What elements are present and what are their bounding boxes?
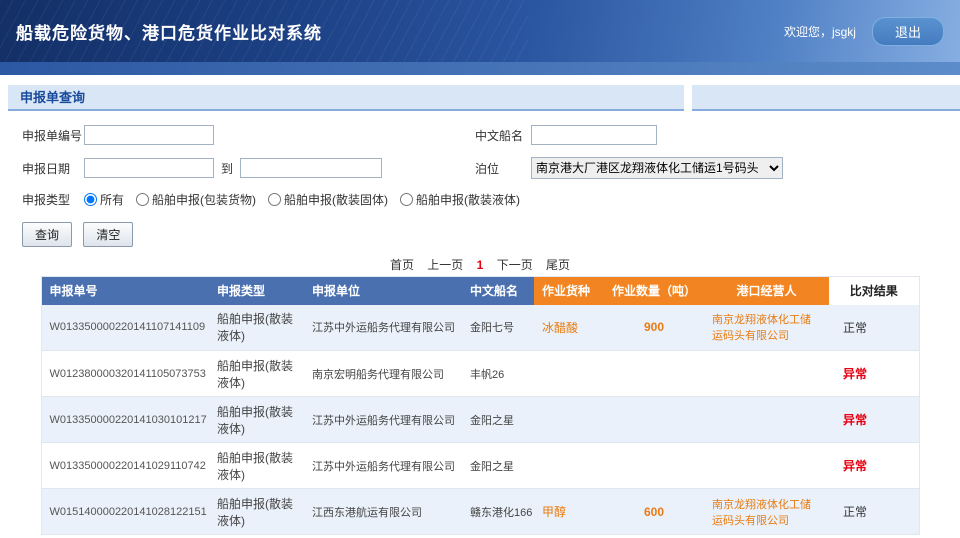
- section-bar-right: [692, 85, 960, 111]
- col-header-cargo: 作业货种: [534, 277, 604, 305]
- cell-declaration-no: W012380000320141105073753: [41, 351, 209, 397]
- cell-company: 江苏中外运船务代理有限公司: [304, 397, 462, 443]
- decl-type-option-label: 船舶申报(包装货物): [152, 191, 256, 208]
- cell-declaration-type: 船舶申报(散装液体): [209, 305, 304, 351]
- section-bar: 申报单查询: [0, 85, 960, 111]
- decl-type-option-packaged[interactable]: 船舶申报(包装货物): [136, 191, 256, 208]
- col-header-type: 申报类型: [209, 277, 304, 305]
- cell-compare-result: 异常: [829, 397, 919, 443]
- cell-declaration-no: W013350000220141029110742: [41, 443, 209, 489]
- cell-company: 江西东港航运有限公司: [304, 489, 462, 535]
- cell-cargo: [534, 351, 604, 397]
- date-from-input[interactable]: [84, 158, 214, 178]
- cell-cargo: 甲醇: [534, 489, 604, 535]
- cell-ship-name: 金阳之星: [462, 397, 534, 443]
- cell-ship-name: 金阳之星: [462, 443, 534, 489]
- cell-ship-name: 金阳七号: [462, 305, 534, 351]
- decl-type-radio[interactable]: [84, 193, 97, 206]
- decl-type-radio[interactable]: [268, 193, 281, 206]
- date-to-label: 到: [221, 160, 233, 177]
- col-header-company: 申报单位: [304, 277, 462, 305]
- cell-declaration-type: 船舶申报(散装液体): [209, 397, 304, 443]
- col-header-operator: 港口经营人: [704, 277, 829, 305]
- decl-type-radio[interactable]: [400, 193, 413, 206]
- decl-type-option-label: 船舶申报(散装液体): [416, 191, 520, 208]
- query-form: 申报单编号 中文船名 申报日期 到 泊位 南京港大厂港区龙翔液体化工储运1号码头…: [0, 111, 960, 247]
- cell-company: 南京宏明船务代理有限公司: [304, 351, 462, 397]
- date-label: 申报日期: [22, 160, 84, 177]
- decl-no-label: 申报单编号: [22, 127, 84, 144]
- page-current: 1: [477, 258, 484, 272]
- query-button[interactable]: 查询: [22, 222, 72, 247]
- cell-compare-result: 正常: [829, 489, 919, 535]
- page-prev-link[interactable]: 上一页: [427, 258, 463, 272]
- cell-compare-result: 异常: [829, 351, 919, 397]
- ship-name-label: 中文船名: [475, 127, 531, 144]
- cell-quantity: 600: [604, 489, 704, 535]
- cell-ship-name: 丰帆26: [462, 351, 534, 397]
- table-row: W013350000220141030101217 船舶申报(散装液体) 江苏中…: [41, 397, 919, 443]
- table-row: W013350000220141107141109 船舶申报(散装液体) 江苏中…: [41, 305, 919, 351]
- banner-strip: [0, 62, 960, 75]
- cell-port-operator: [704, 397, 829, 443]
- cell-port-operator: 南京龙翔液体化工储运码头有限公司: [704, 305, 829, 351]
- cell-declaration-type: 船舶申报(散装液体): [209, 443, 304, 489]
- decl-type-option-label: 所有: [100, 191, 124, 208]
- decl-type-option-all[interactable]: 所有: [84, 191, 124, 208]
- table-header-row: 申报单号 申报类型 申报单位 中文船名 作业货种 作业数量（吨） 港口经营人 比…: [41, 277, 919, 305]
- decl-type-label: 申报类型: [22, 191, 84, 208]
- decl-no-input[interactable]: [84, 125, 214, 145]
- table-row: W015140000220141028122151 船舶申报(散装液体) 江西东…: [41, 489, 919, 535]
- cell-quantity: 900: [604, 305, 704, 351]
- table-row: W013350000220141029110742 船舶申报(散装液体) 江苏中…: [41, 443, 919, 489]
- cell-declaration-no: W013350000220141030101217: [41, 397, 209, 443]
- cell-declaration-no: W015140000220141028122151: [41, 489, 209, 535]
- berth-label: 泊位: [475, 160, 531, 177]
- col-header-ship: 中文船名: [462, 277, 534, 305]
- cell-cargo: [534, 397, 604, 443]
- cell-ship-name: 赣东港化166: [462, 489, 534, 535]
- decl-type-option-bulk-liquid[interactable]: 船舶申报(散装液体): [400, 191, 520, 208]
- col-header-result: 比对结果: [829, 277, 919, 305]
- berth-select[interactable]: 南京港大厂港区龙翔液体化工储运1号码头: [531, 157, 783, 179]
- cell-quantity: [604, 397, 704, 443]
- decl-type-option-label: 船舶申报(散装固体): [284, 191, 388, 208]
- table-row: W012380000320141105073753 船舶申报(散装液体) 南京宏…: [41, 351, 919, 397]
- cell-company: 江苏中外运船务代理有限公司: [304, 305, 462, 351]
- cell-compare-result: 正常: [829, 305, 919, 351]
- date-to-input[interactable]: [240, 158, 382, 178]
- section-title: 申报单查询: [8, 85, 684, 111]
- col-header-qty: 作业数量（吨）: [604, 277, 704, 305]
- page-last-link[interactable]: 尾页: [546, 258, 570, 272]
- cell-cargo: 冰醋酸: [534, 305, 604, 351]
- cell-declaration-type: 船舶申报(散装液体): [209, 489, 304, 535]
- cell-quantity: [604, 443, 704, 489]
- cell-compare-result: 异常: [829, 443, 919, 489]
- cell-port-operator: 南京龙翔液体化工储运码头有限公司: [704, 489, 829, 535]
- app-header: 船载危险货物、港口危货作业比对系统 欢迎您，jsgkj 退出: [0, 0, 960, 62]
- welcome-text: 欢迎您，jsgkj: [784, 23, 856, 40]
- decl-type-radio[interactable]: [136, 193, 149, 206]
- header-right-area: 欢迎您，jsgkj 退出: [784, 17, 944, 46]
- cell-declaration-no: W013350000220141107141109: [41, 305, 209, 351]
- results-table: 申报单号 申报类型 申报单位 中文船名 作业货种 作业数量（吨） 港口经营人 比…: [41, 276, 920, 535]
- cell-declaration-type: 船舶申报(散装液体): [209, 351, 304, 397]
- pagination: 首页 上一页 1 下一页 尾页: [41, 256, 919, 273]
- cell-port-operator: [704, 351, 829, 397]
- clear-button[interactable]: 清空: [83, 222, 133, 247]
- cell-quantity: [604, 351, 704, 397]
- app-title: 船载危险货物、港口危货作业比对系统: [16, 19, 322, 44]
- cell-company: 江苏中外运船务代理有限公司: [304, 443, 462, 489]
- col-header-no: 申报单号: [41, 277, 209, 305]
- page-first-link[interactable]: 首页: [390, 258, 414, 272]
- page-next-link[interactable]: 下一页: [497, 258, 533, 272]
- cell-cargo: [534, 443, 604, 489]
- decl-type-option-bulk-solid[interactable]: 船舶申报(散装固体): [268, 191, 388, 208]
- ship-name-input[interactable]: [531, 125, 657, 145]
- logout-button[interactable]: 退出: [872, 17, 944, 46]
- cell-port-operator: [704, 443, 829, 489]
